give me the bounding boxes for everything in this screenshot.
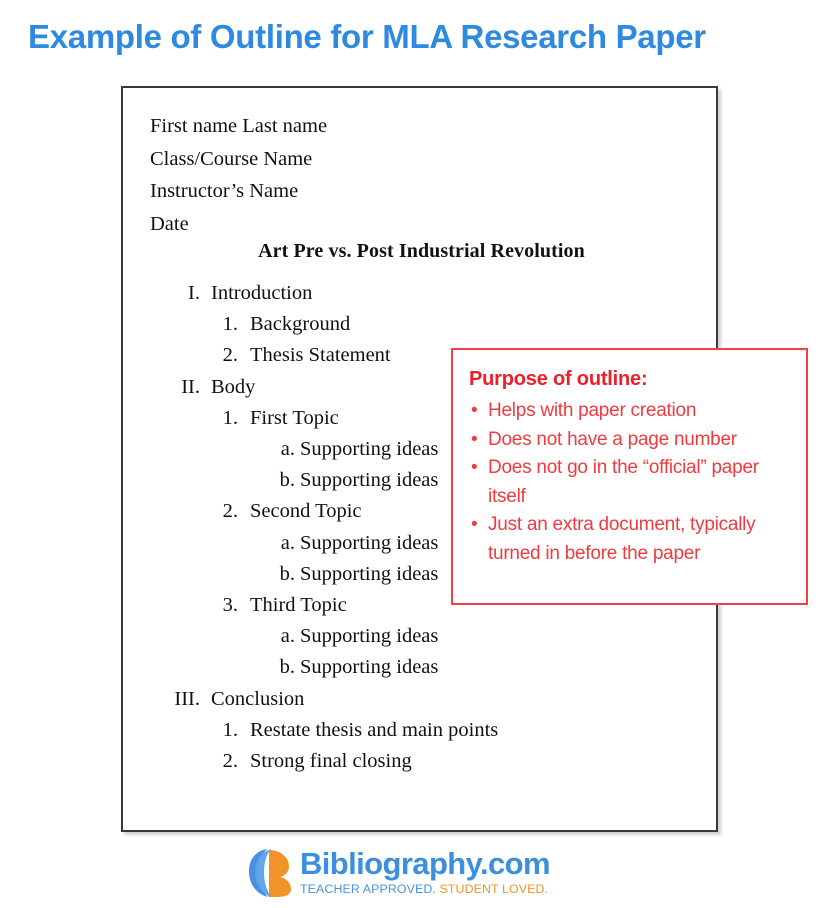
header-line-date: Date [150,212,189,235]
outline-label: Supporting ideas [300,531,439,554]
outline-marker: 2. [222,500,238,523]
logo-text-block: Bibliography.com TEACHER APPROVED. STUDE… [300,846,551,897]
paper-heading: Art Pre vs. Post Industrial Revolution [258,240,585,262]
outline-marker: b. [279,562,295,585]
outline-label: Third Topic [250,594,347,617]
outline-label: Thesis Statement [250,344,391,367]
tagline-student-loved: STUDENT LOVED. [439,882,549,896]
outline-label: Supporting ideas [300,469,439,492]
outline-marker: b. [279,469,295,492]
header-line-instructor: Instructor’s Name [150,180,299,202]
outline-marker: III. [174,687,200,710]
bibliography-logo[interactable]: Bibliography.com TEACHER APPROVED. STUDE… [247,843,551,901]
outline-item: III. Conclusion [150,684,710,715]
outline-label: Restate thesis and main points [250,718,499,741]
outline-label: Introduction [211,282,313,304]
bibliography-b-mark-icon [247,846,293,898]
callout-list-item: Does not have a page number [469,426,792,455]
outline-marker: 1. [222,406,238,429]
callout-list-item: Helps with paper creation [469,397,792,426]
outline-label: Second Topic [250,500,362,523]
outline-marker: 2. [222,750,238,773]
outline-marker: a. [280,531,295,554]
outline-label: Strong final closing [250,750,412,773]
callout-title: Purpose of outline: [469,368,648,390]
outline-item: a. Supporting ideas [150,621,710,652]
outline-label: Body [211,375,256,398]
outline-item: I. Introduction [150,278,710,309]
outline-item: 1. Background [150,309,710,340]
outline-item: b. Supporting ideas [150,652,710,683]
page-title: Example of Outline for MLA Research Pape… [28,18,706,55]
outline-label: Background [250,313,351,336]
header-line-course: Class/Course Name [150,147,313,170]
outline-label: Supporting ideas [300,438,439,461]
outline-marker: 3. [222,594,238,617]
outline-label: Conclusion [211,687,305,710]
callout-list-item: Does not go in the “official” paper itse… [469,454,792,511]
outline-label: Supporting ideas [300,562,439,585]
logo-tagline: TEACHER APPROVED. STUDENT LOVED. [300,881,550,897]
callout-list-item: Just an extra document, typically turned… [469,511,792,568]
outline-item: 2. Strong final closing [150,746,710,777]
logo-wordmark: Bibliography.com [300,846,551,881]
outline-item: 1. Restate thesis and main points [150,715,710,746]
outline-label: Supporting ideas [300,656,439,679]
tagline-teacher-approved: TEACHER APPROVED. [300,882,436,896]
outline-marker: II. [181,375,200,398]
outline-marker: 1. [222,718,238,741]
outline-marker: b. [279,656,295,679]
mla-header-block: First name Last name Class/Course Name I… [150,110,670,240]
outline-marker: I. [188,282,200,304]
outline-label: Supporting ideas [300,625,439,648]
outline-marker: a. [280,625,295,648]
outline-marker: a. [280,438,295,461]
outline-marker: 2. [222,344,238,367]
header-line-student-name: First name Last name [150,115,328,137]
outline-label: First Topic [250,406,339,429]
outline-marker: 1. [222,313,238,336]
purpose-callout-box: Purpose of outline: Helps with paper cre… [451,348,808,605]
